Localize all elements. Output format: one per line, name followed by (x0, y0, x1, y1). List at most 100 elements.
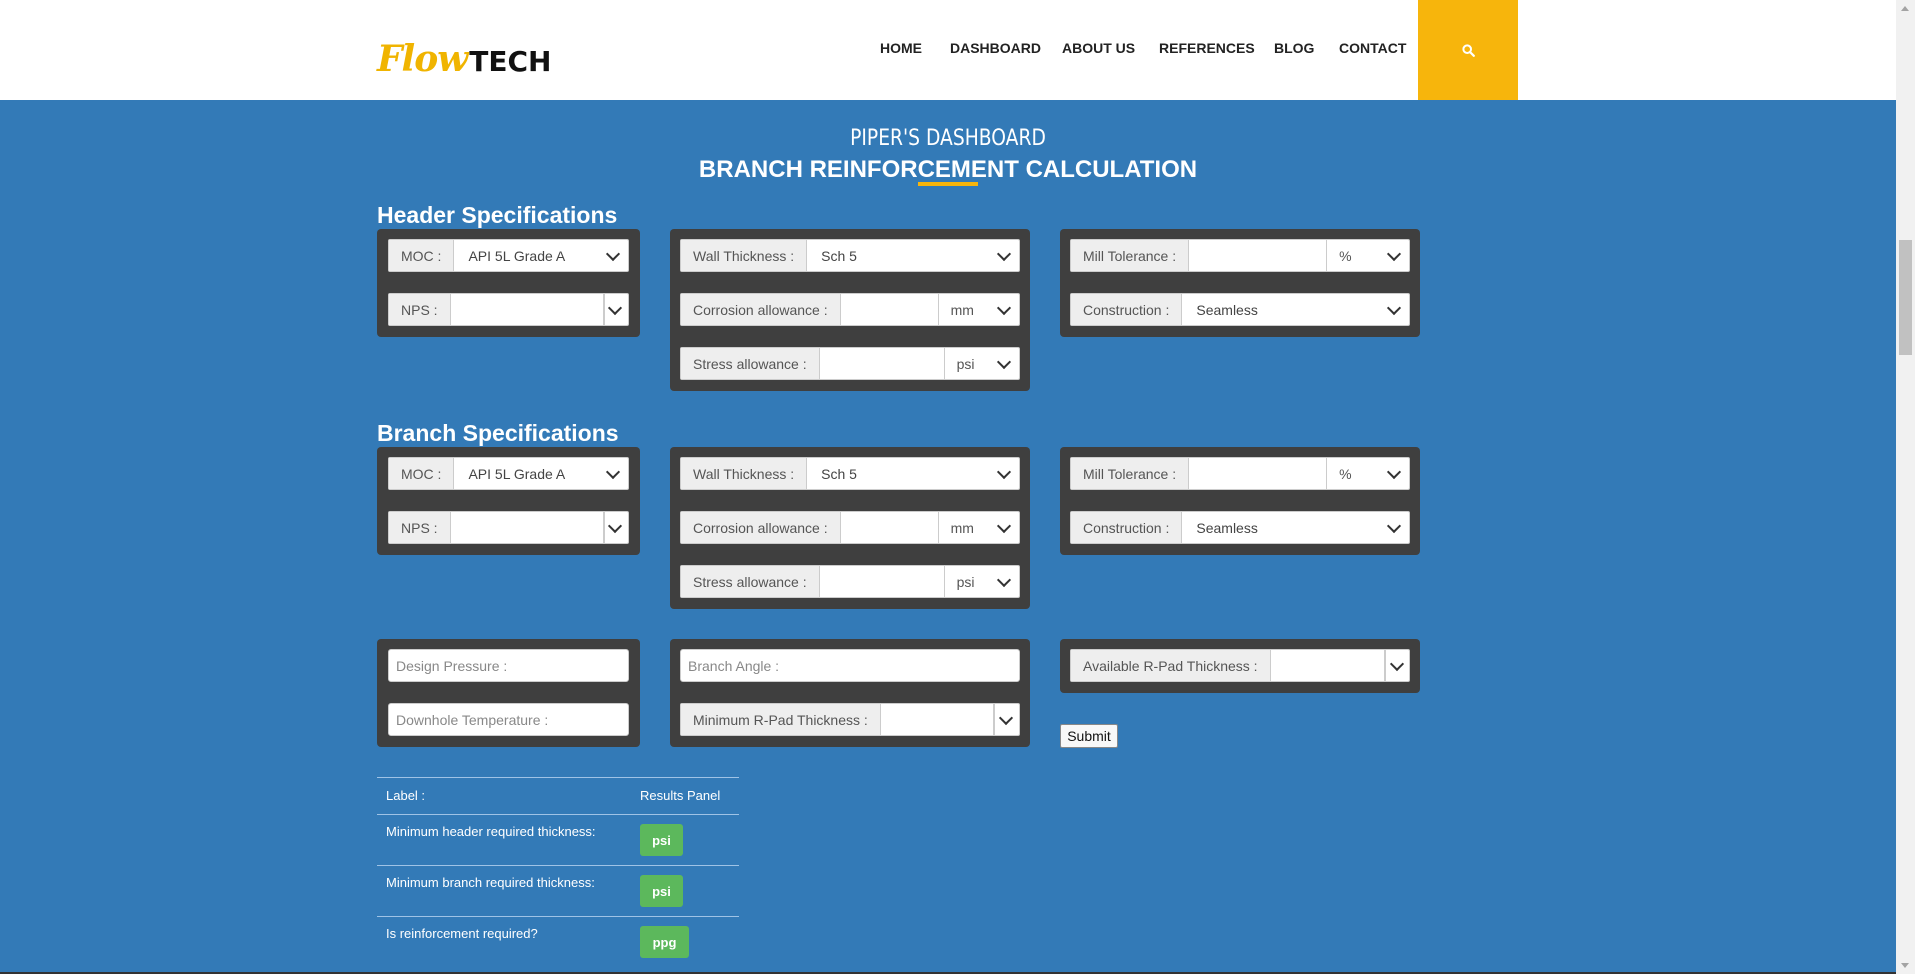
scroll-up-arrow-icon[interactable] (1901, 6, 1909, 11)
header-nps-field[interactable]: NPS : (388, 293, 629, 326)
avail-rpad-dropdown-button[interactable] (1385, 650, 1409, 681)
branch-wall-thickness-dropdown[interactable]: Sch 5 (807, 458, 1019, 489)
chevron-down-icon (1386, 518, 1402, 533)
branch-corrosion-field[interactable]: Corrosion allowance : mm (680, 511, 1020, 544)
branch-corrosion-unit: mm (950, 519, 974, 536)
min-rpad-thickness-field[interactable]: Minimum R-Pad Thickness : (680, 703, 1020, 736)
downhole-temperature-input[interactable]: Downhole Temperature : (388, 703, 629, 736)
branch-stress-input[interactable] (820, 566, 945, 597)
branch-angle-input[interactable]: Branch Angle : (680, 649, 1020, 682)
search-button[interactable] (1418, 0, 1518, 100)
branch-stress-unit-select[interactable]: psi (945, 566, 1019, 597)
avail-rpad-thickness-field[interactable]: Available R-Pad Thickness : (1070, 649, 1410, 682)
header-corrosion-input[interactable] (841, 294, 939, 325)
header-construction-select[interactable]: Construction : Seamless (1070, 293, 1410, 326)
branch-mill-tolerance-field[interactable]: Mill Tolerance : % (1070, 457, 1410, 490)
header-nps-dropdown-button[interactable] (603, 294, 628, 325)
chevron-down-icon (996, 246, 1012, 261)
header-corrosion-unit: mm (950, 301, 974, 318)
scrollbar-thumb[interactable] (1899, 240, 1912, 355)
table-row: Minimum header required thickness: psi (377, 814, 739, 866)
header-mill-tolerance-field[interactable]: Mill Tolerance : % (1070, 239, 1410, 272)
branch-corrosion-label: Corrosion allowance : (681, 512, 841, 543)
chevron-down-icon (1386, 464, 1402, 479)
branch-construction-dropdown[interactable]: Seamless (1182, 512, 1409, 543)
min-rpad-thickness-label: Minimum R-Pad Thickness : (681, 704, 881, 735)
submit-button[interactable]: Submit (1060, 724, 1118, 748)
header-wall-thickness-select[interactable]: Wall Thickness : Sch 5 (680, 239, 1020, 272)
branch-moc-select[interactable]: MOC : API 5L Grade A (388, 457, 629, 490)
avail-rpad-thickness-input[interactable] (1271, 650, 1386, 681)
page-scrollbar[interactable] (1896, 0, 1915, 974)
branch-wall-thickness-label: Wall Thickness : (681, 458, 808, 489)
header-corrosion-field[interactable]: Corrosion allowance : mm (680, 293, 1020, 326)
nav-about-us[interactable]: ABOUT US (1062, 40, 1135, 56)
header-nps-label: NPS : (389, 294, 451, 325)
design-pressure-input[interactable]: Design Pressure : (388, 649, 629, 682)
header-mill-tolerance-input[interactable] (1189, 240, 1328, 271)
table-row: Minimum branch required thickness: psi (377, 865, 739, 917)
chevron-down-icon (605, 246, 621, 261)
header-spec-title: Header Specifications (377, 202, 618, 228)
header-corrosion-unit-select[interactable]: mm (939, 294, 1019, 325)
chevron-down-icon (996, 572, 1012, 587)
chevron-down-icon (996, 518, 1012, 533)
branch-moc-dropdown[interactable]: API 5L Grade A (454, 458, 628, 489)
header-corrosion-label: Corrosion allowance : (681, 294, 841, 325)
header-nps-input[interactable] (451, 294, 604, 325)
nav-contact[interactable]: CONTACT (1339, 40, 1406, 56)
header-mill-tolerance-unit-select[interactable]: % (1327, 240, 1409, 271)
header-moc-label: MOC : (389, 240, 455, 271)
branch-stress-field[interactable]: Stress allowance : psi (680, 565, 1020, 598)
chevron-down-icon (999, 710, 1014, 725)
branch-nps-dropdown-button[interactable] (603, 512, 628, 543)
branch-nps-input[interactable] (451, 512, 604, 543)
header-stress-unit: psi (956, 355, 975, 372)
header-mill-tolerance-unit: % (1339, 247, 1352, 264)
chevron-down-icon (605, 464, 621, 479)
branch-construction-select[interactable]: Construction : Seamless (1070, 511, 1410, 544)
branch-moc-label: MOC : (389, 458, 455, 489)
branch-mill-tolerance-label: Mill Tolerance : (1071, 458, 1190, 489)
avail-rpad-thickness-label: Available R-Pad Thickness : (1071, 650, 1271, 681)
min-rpad-thickness-input[interactable] (881, 704, 995, 735)
chevron-down-icon (996, 300, 1012, 315)
branch-spec-title: Branch Specifications (377, 420, 619, 446)
header-stress-field[interactable]: Stress allowance : psi (680, 347, 1020, 380)
min-rpad-dropdown-button[interactable] (994, 704, 1019, 735)
header-construction-value: Seamless (1196, 301, 1258, 318)
header-stress-input[interactable] (820, 348, 945, 379)
logo-script-text: Flow (377, 38, 468, 80)
branch-wall-thickness-select[interactable]: Wall Thickness : Sch 5 (680, 457, 1020, 490)
branch-nps-field[interactable]: NPS : (388, 511, 629, 544)
branch-mill-tolerance-unit: % (1339, 465, 1352, 482)
scroll-down-arrow-icon[interactable] (1901, 963, 1909, 968)
branch-mill-tolerance-input[interactable] (1189, 458, 1328, 489)
chevron-down-icon (996, 464, 1012, 479)
header-stress-label: Stress allowance : (681, 348, 820, 379)
branch-corrosion-input[interactable] (841, 512, 939, 543)
header-moc-dropdown[interactable]: API 5L Grade A (454, 240, 628, 271)
header-construction-dropdown[interactable]: Seamless (1182, 294, 1409, 325)
header-moc-select[interactable]: MOC : API 5L Grade A (388, 239, 629, 272)
nav-home[interactable]: HOME (880, 40, 922, 56)
branch-stress-label: Stress allowance : (681, 566, 820, 597)
branch-mill-tolerance-unit-select[interactable]: % (1327, 458, 1409, 489)
dashboard-title: PIPER'S DASHBOARD (850, 126, 1046, 151)
nav-blog[interactable]: BLOG (1274, 40, 1314, 56)
flowtech-logo[interactable]: Flow TECH (377, 38, 551, 80)
nav-references[interactable]: REFERENCES (1159, 40, 1255, 56)
branch-construction-value: Seamless (1196, 519, 1258, 536)
chevron-down-icon (1386, 300, 1402, 315)
nav-dashboard[interactable]: DASHBOARD (950, 40, 1041, 56)
results-header-row: Label : Results Panel (377, 777, 739, 815)
header-wall-thickness-dropdown[interactable]: Sch 5 (807, 240, 1019, 271)
chevron-down-icon (996, 354, 1012, 369)
header-stress-unit-select[interactable]: psi (945, 348, 1019, 379)
result-label: Is reinforcement required? (386, 926, 538, 941)
result-label: Minimum branch required thickness: (386, 875, 595, 890)
table-row: Is reinforcement required? ppg (377, 916, 739, 968)
chevron-down-icon (608, 518, 623, 533)
branch-moc-value: API 5L Grade A (468, 465, 566, 482)
branch-corrosion-unit-select[interactable]: mm (939, 512, 1019, 543)
